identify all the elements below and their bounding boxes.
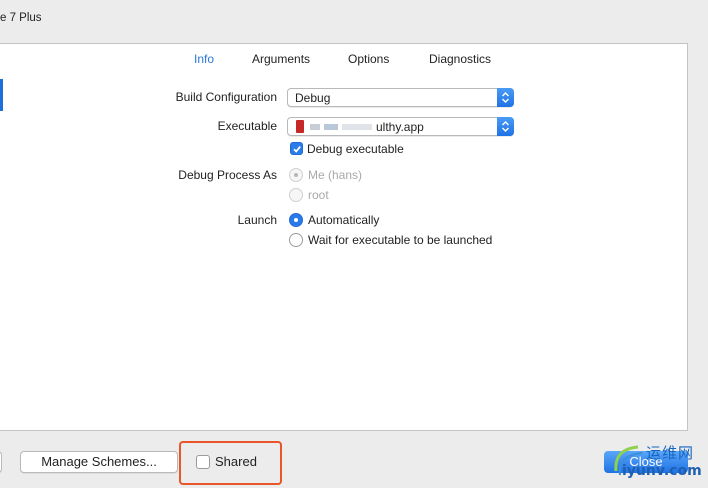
executable-label: Executable	[217, 119, 277, 133]
add-remove-button[interactable]	[0, 451, 2, 473]
tab-options[interactable]: Options	[348, 52, 389, 66]
popup-stepper-icon	[497, 88, 514, 107]
launch-wait-label: Wait for executable to be launched	[308, 233, 493, 247]
redacted-text	[342, 124, 372, 130]
redacted-text	[310, 124, 320, 130]
launch-label: Launch	[237, 213, 277, 227]
launch-wait-radio[interactable]	[289, 233, 303, 247]
tab-info[interactable]: Info	[194, 52, 214, 66]
manage-schemes-button[interactable]: Manage Schemes...	[20, 451, 178, 473]
watermark-text: 运维网	[646, 444, 695, 462]
watermark-url: iyunv.com	[622, 463, 702, 479]
tab-diagnostics[interactable]: Diagnostics	[429, 52, 491, 66]
executable-popup[interactable]: ulthy.app	[287, 117, 514, 136]
debug-executable-checkbox[interactable]	[290, 142, 303, 155]
tab-bar: Info Arguments Options Diagnostics	[0, 52, 687, 68]
debug-executable-label: Debug executable	[307, 142, 404, 156]
checkmark-icon	[293, 146, 301, 153]
launch-automatically-label: Automatically	[308, 213, 380, 227]
popup-stepper-icon	[497, 117, 514, 136]
build-configuration-value: Debug	[295, 91, 331, 105]
debug-process-as-label: Debug Process As	[178, 168, 277, 182]
launch-automatically-radio[interactable]	[289, 213, 303, 227]
scheme-editor-panel: Info Arguments Options Diagnostics Build…	[0, 43, 688, 431]
window-title: e 7 Plus	[0, 12, 42, 24]
executable-value: ulthy.app	[376, 120, 424, 134]
redacted-text	[324, 124, 338, 130]
debug-as-root-label: root	[308, 188, 329, 202]
debug-as-me-label: Me (hans)	[308, 168, 363, 182]
debug-as-root-radio[interactable]	[289, 188, 303, 202]
debug-as-me-radio[interactable]	[289, 168, 303, 182]
annotation-highlight-box	[179, 441, 282, 485]
tab-arguments[interactable]: Arguments	[252, 52, 310, 66]
app-icon	[296, 120, 304, 133]
build-configuration-label: Build Configuration	[175, 90, 277, 104]
build-configuration-popup[interactable]: Debug	[287, 88, 514, 107]
